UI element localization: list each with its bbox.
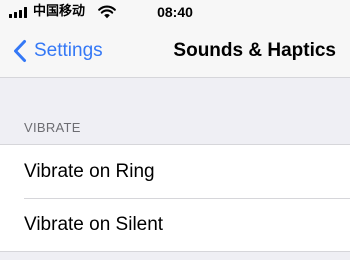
vibrate-on-silent-label: Vibrate on Silent xyxy=(24,213,164,235)
page-title: Sounds & Haptics xyxy=(173,40,336,61)
section-header-vibrate: VIBRATE xyxy=(24,120,81,135)
status-time: 08:40 xyxy=(157,4,193,20)
back-button[interactable]: Settings xyxy=(12,36,103,66)
vibrate-on-silent-row[interactable]: Vibrate on Silent xyxy=(0,198,350,251)
vibrate-on-ring-label: Vibrate on Ring xyxy=(24,160,155,182)
chevron-left-icon xyxy=(14,40,26,62)
navigation-bar: Settings Sounds & Haptics xyxy=(0,26,350,78)
status-bar: 中国移动 08:40 xyxy=(0,0,350,26)
back-button-label: Settings xyxy=(34,40,103,61)
vibrate-settings-group: Vibrate on Ring Vibrate on Silent xyxy=(0,144,350,252)
vibrate-on-ring-row[interactable]: Vibrate on Ring xyxy=(0,145,350,198)
